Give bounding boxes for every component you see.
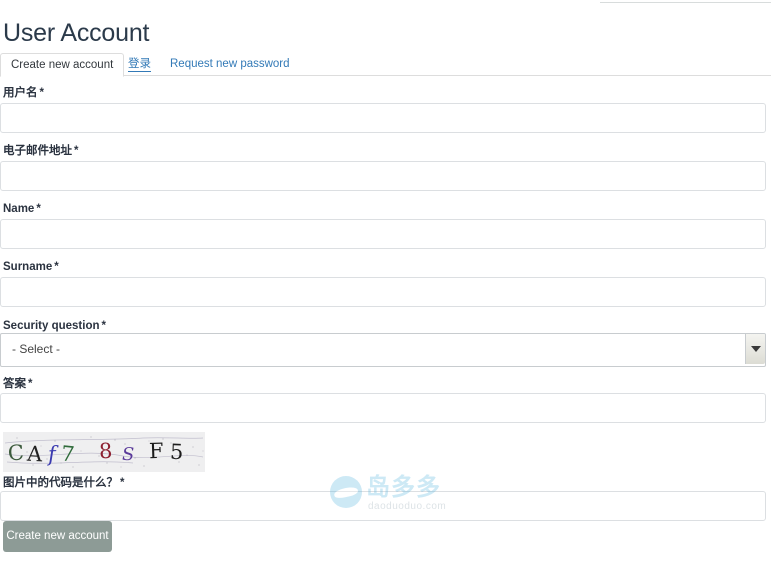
security-question-selected-value: - Select -: [12, 342, 61, 356]
label-email-text: 电子邮件地址: [3, 145, 72, 157]
label-name: Name *: [3, 202, 41, 216]
label-security-question-text: Security question: [3, 320, 100, 332]
surname-input[interactable]: [0, 277, 766, 307]
svg-text:A: A: [25, 442, 43, 467]
svg-text:8: 8: [98, 439, 113, 464]
tab-login-label: 登录: [128, 58, 151, 72]
chevron-down-icon[interactable]: [745, 334, 765, 364]
top-divider: [600, 2, 771, 3]
label-captcha-question: 图片中的代码是什么？ *: [3, 476, 124, 490]
tab-create-new-account[interactable]: Create new account: [0, 53, 125, 77]
name-input[interactable]: [0, 219, 766, 249]
required-marker: *: [101, 320, 106, 332]
captcha-image: C A f 7 8 S F 5: [3, 432, 205, 472]
security-question-select[interactable]: - Select -: [0, 333, 766, 367]
tab-create-new-account-label: Create new account: [11, 59, 114, 71]
captcha-response-input[interactable]: [0, 491, 766, 521]
page-title: User Account: [3, 18, 150, 47]
label-answer: 答案 *: [3, 377, 32, 391]
label-surname: Surname *: [3, 260, 59, 274]
security-question-select-box: [0, 333, 766, 367]
label-answer-text: 答案: [3, 378, 26, 390]
required-marker: *: [54, 261, 59, 273]
tab-request-new-password[interactable]: Request new password: [160, 53, 300, 76]
svg-text:7: 7: [60, 441, 76, 466]
required-marker: *: [36, 203, 41, 215]
answer-input[interactable]: [0, 393, 766, 423]
label-email: 电子邮件地址 *: [3, 144, 78, 158]
username-input[interactable]: [0, 103, 766, 133]
required-marker: *: [39, 87, 44, 99]
required-marker: *: [120, 477, 125, 489]
label-name-text: Name: [3, 203, 35, 215]
svg-text:5: 5: [170, 440, 184, 464]
label-security-question: Security question *: [3, 319, 106, 333]
label-captcha-question-text: 图片中的代码是什么？: [3, 477, 118, 489]
tab-request-new-password-label: Request new password: [170, 58, 290, 70]
required-marker: *: [28, 378, 33, 390]
label-username: 用户名 *: [3, 86, 44, 100]
label-username-text: 用户名: [3, 87, 38, 99]
required-marker: *: [74, 145, 79, 157]
user-account-page: User Account Create new account 登录 Reque…: [0, 0, 771, 561]
svg-text:C: C: [7, 440, 25, 465]
label-surname-text: Surname: [3, 261, 53, 273]
email-input[interactable]: [0, 161, 766, 191]
svg-text:S: S: [122, 444, 134, 465]
account-tabs: Create new account 登录 Request new passwo…: [0, 53, 771, 77]
tab-login[interactable]: 登录: [118, 53, 161, 76]
svg-text:F: F: [149, 439, 164, 463]
create-new-account-button[interactable]: Create new account: [3, 521, 112, 552]
